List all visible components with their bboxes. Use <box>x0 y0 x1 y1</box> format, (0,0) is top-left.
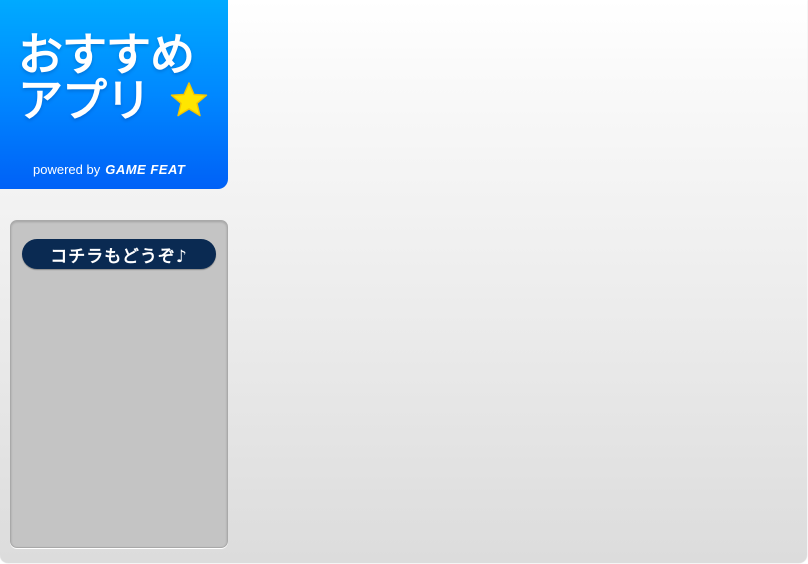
star-icon <box>170 82 208 117</box>
app-window: おすすめ アプリ powered by GAME FEAT コチラもどうぞ♪ <box>0 0 808 564</box>
banner-title-line2: アプリ <box>18 74 151 127</box>
recommend-header-label: コチラもどうぞ♪ <box>50 246 188 267</box>
content-panel: おすすめ アプリ powered by GAME FEAT コチラもどうぞ♪ <box>0 0 807 563</box>
recommend-box: コチラもどうぞ♪ <box>10 220 228 548</box>
powered-by: powered by GAME FEAT <box>33 162 185 177</box>
recommend-header-pill: コチラもどうぞ♪ <box>22 239 216 269</box>
powered-by-label: powered by <box>33 162 101 177</box>
banner-title-line1: おすすめ <box>18 28 195 81</box>
game-feat-logo: GAME FEAT <box>105 162 186 177</box>
recommended-apps-banner[interactable]: おすすめ アプリ powered by GAME FEAT <box>0 0 228 189</box>
